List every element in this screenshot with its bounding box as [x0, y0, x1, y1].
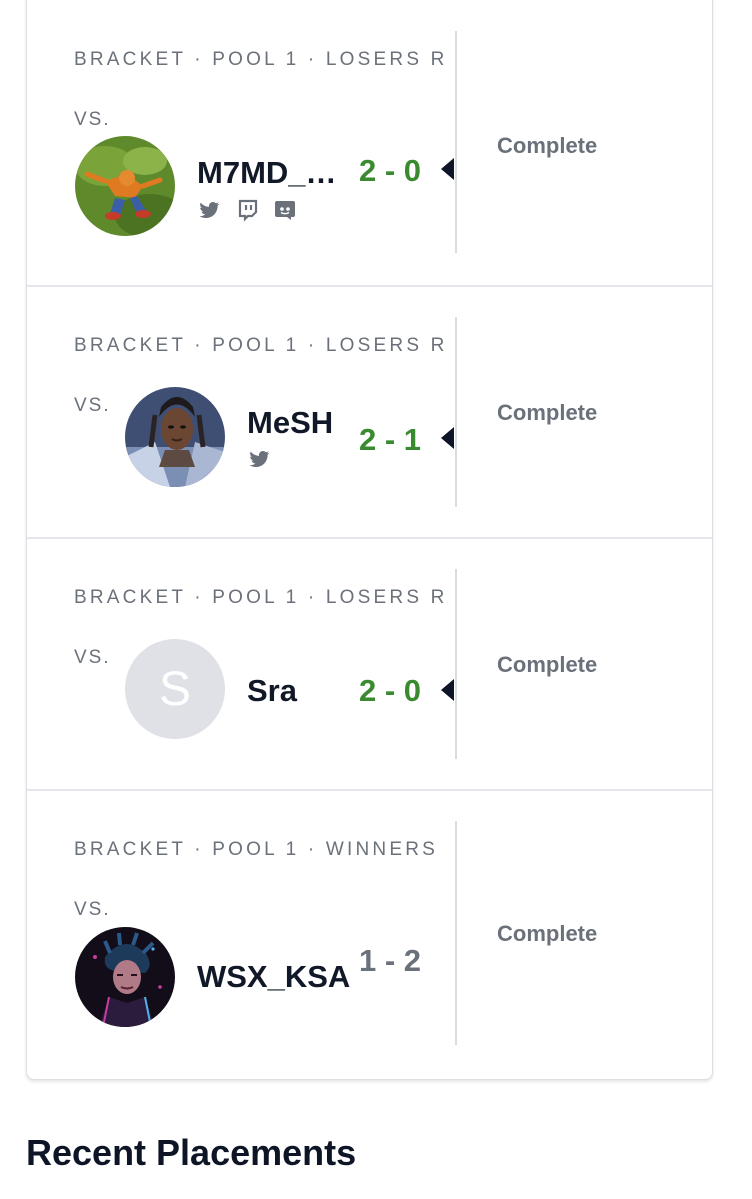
opponent-avatar[interactable] — [75, 136, 175, 236]
match-score: 2 - 0 — [359, 673, 422, 708]
match-list: BRACKET · POOL 1 · LOSERS RO… VS. M7MD_… — [26, 0, 713, 1080]
vs-label: VS. — [74, 899, 111, 920]
round-label: BRACKET · POOL 1 · WINNERS R… — [74, 839, 444, 860]
expand-caret-icon[interactable] — [441, 427, 454, 449]
opponent-name[interactable]: M7MD_… — [197, 155, 337, 191]
match-status: Complete — [497, 400, 598, 425]
social-links — [247, 447, 271, 471]
twitch-icon[interactable] — [235, 198, 259, 222]
vs-label: VS. — [74, 109, 111, 130]
round-label: BRACKET · POOL 1 · LOSERS RO… — [74, 335, 444, 356]
match-card[interactable]: BRACKET · POOL 1 · LOSERS RO… VS. S Sra … — [27, 539, 712, 791]
round-label: BRACKET · POOL 1 · LOSERS RO… — [74, 49, 444, 70]
divider — [455, 569, 457, 759]
social-links — [197, 198, 297, 222]
section-title: Recent Placements — [26, 1132, 357, 1173]
match-status: Complete — [497, 133, 598, 158]
match-score: 1 - 2 — [359, 943, 422, 978]
opponent-name[interactable]: Sra — [247, 673, 297, 709]
match-score: 2 - 0 — [359, 153, 422, 188]
divider — [455, 31, 457, 253]
round-label: BRACKET · POOL 1 · LOSERS RO… — [74, 587, 444, 608]
opponent-avatar[interactable] — [75, 927, 175, 1027]
expand-caret-icon[interactable] — [441, 158, 454, 180]
opponent-name[interactable]: WSX_KSA — [197, 959, 350, 995]
expand-caret-icon[interactable] — [441, 679, 454, 701]
divider — [455, 821, 457, 1045]
opponent-avatar[interactable] — [125, 387, 225, 487]
match-card[interactable]: BRACKET · POOL 1 · LOSERS RO… VS. M7MD_… — [27, 1, 712, 287]
vs-label: VS. — [74, 647, 111, 668]
opponent-avatar[interactable]: S — [125, 639, 225, 739]
vs-label: VS. — [74, 395, 111, 416]
opponent-name[interactable]: MeSH — [247, 405, 333, 441]
match-card[interactable]: BRACKET · POOL 1 · WINNERS R… VS. WSX_KS… — [27, 791, 712, 1081]
match-status: Complete — [497, 652, 598, 677]
match-status: Complete — [497, 921, 598, 946]
match-card[interactable]: BRACKET · POOL 1 · LOSERS RO… VS. MeSH — [27, 287, 712, 539]
match-score: 2 - 1 — [359, 422, 422, 457]
twitter-icon[interactable] — [247, 447, 271, 471]
twitter-icon[interactable] — [197, 198, 221, 222]
divider — [455, 317, 457, 507]
discord-icon[interactable] — [273, 198, 297, 222]
